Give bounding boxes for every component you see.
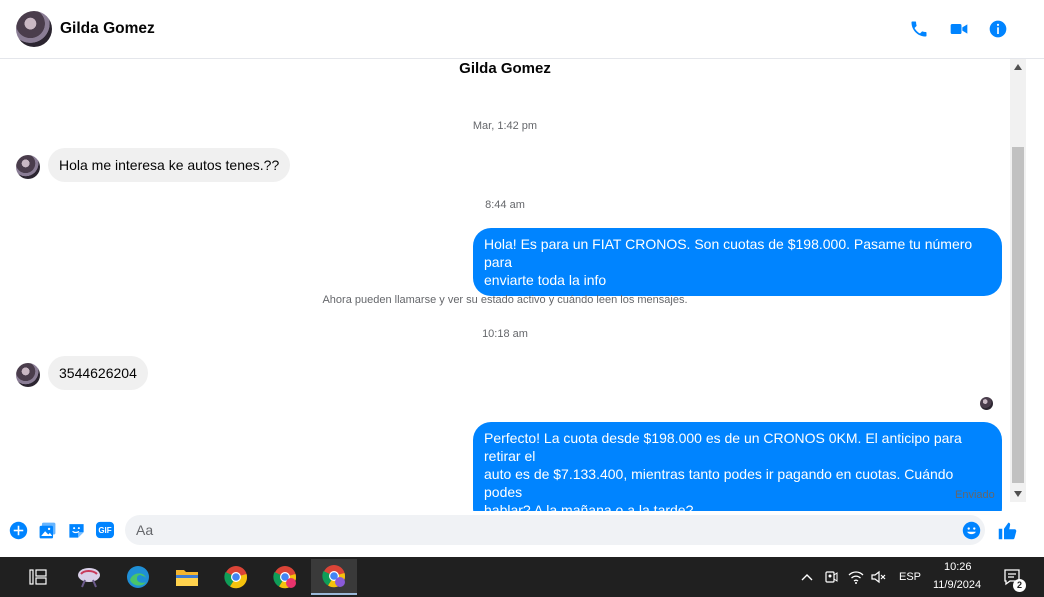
app-icon[interactable] xyxy=(73,561,105,593)
outgoing-message[interactable]: Perfecto! La cuota desde $198.000 es de … xyxy=(473,422,1002,511)
message-input[interactable] xyxy=(125,515,985,545)
windows-taskbar: ESP 10:26 11/9/2024 2 xyxy=(0,557,1044,597)
phone-call-icon[interactable] xyxy=(908,18,930,40)
clock-time[interactable]: 10:26 xyxy=(944,561,972,573)
scroll-up-arrow-icon[interactable] xyxy=(1010,59,1026,75)
read-receipt-avatar xyxy=(980,397,993,410)
thread-scrollbar[interactable] xyxy=(1010,59,1026,502)
contact-name[interactable]: Gilda Gomez xyxy=(60,20,155,38)
input-language[interactable]: ESP xyxy=(899,571,921,583)
task-view-icon[interactable] xyxy=(22,561,54,593)
file-explorer-icon[interactable] xyxy=(171,561,203,593)
thumbs-up-icon[interactable] xyxy=(996,519,1018,541)
message-timestamp: Mar, 1:42 pm xyxy=(472,120,538,132)
message-line: auto es de $7.133.400, mientras tanto po… xyxy=(484,466,954,500)
volume-muted-icon[interactable] xyxy=(868,561,890,593)
notifications-icon[interactable]: 2 xyxy=(998,561,1026,593)
scroll-down-arrow-icon[interactable] xyxy=(1010,486,1026,502)
message-composer: GIF xyxy=(0,511,1044,557)
system-notice: Ahora pueden llamarse y ver su estado ac… xyxy=(322,294,688,306)
plus-icon[interactable] xyxy=(8,520,28,540)
incoming-message[interactable]: Hola me interesa ke autos tenes.?? xyxy=(48,148,291,182)
edge-browser-icon[interactable] xyxy=(122,561,154,593)
sender-avatar[interactable] xyxy=(16,363,40,387)
gif-label: GIF xyxy=(98,525,112,535)
photo-gallery-icon[interactable] xyxy=(37,520,57,540)
contact-avatar[interactable] xyxy=(16,11,52,47)
gif-icon[interactable]: GIF xyxy=(95,520,115,540)
sender-avatar[interactable] xyxy=(16,155,40,179)
chrome-profile-icon[interactable] xyxy=(269,561,301,593)
message-line: enviarte toda la info xyxy=(484,272,607,288)
outgoing-message[interactable]: Hola! Es para un FIAT CRONOS. Son cuotas… xyxy=(473,228,1002,296)
message-thread[interactable]: Gilda Gomez Mar, 1:42 pm Hola me interes… xyxy=(0,59,1010,511)
delivery-status: Enviado xyxy=(955,489,995,501)
message-line: Hola! Es para un FIAT CRONOS. Son cuotas… xyxy=(484,236,973,270)
clock-date[interactable]: 11/9/2024 xyxy=(933,579,981,591)
notification-badge: 2 xyxy=(1013,579,1026,592)
thread-title: Gilda Gomez xyxy=(459,60,551,77)
incoming-message[interactable]: 3544626204 xyxy=(48,356,148,390)
sticker-icon[interactable] xyxy=(66,520,86,540)
wifi-icon[interactable] xyxy=(845,561,867,593)
chrome-browser-icon[interactable] xyxy=(220,561,252,593)
message-timestamp: 10:18 am xyxy=(482,328,528,340)
video-call-icon[interactable] xyxy=(948,18,970,40)
message-line: Perfecto! La cuota desde $198.000 es de … xyxy=(484,430,962,464)
chevron-up-icon[interactable] xyxy=(796,561,818,593)
message-line: hablar? A la mañana o a la tarde? xyxy=(484,502,694,511)
message-timestamp: 8:44 am xyxy=(485,199,525,211)
scrollbar-thumb[interactable] xyxy=(1012,147,1024,483)
conversation-header: Gilda Gomez xyxy=(0,0,1044,59)
chrome-active-window-icon[interactable] xyxy=(311,559,357,595)
meet-now-icon[interactable] xyxy=(820,561,842,593)
info-icon[interactable] xyxy=(987,18,1009,40)
emoji-icon[interactable] xyxy=(961,520,981,540)
